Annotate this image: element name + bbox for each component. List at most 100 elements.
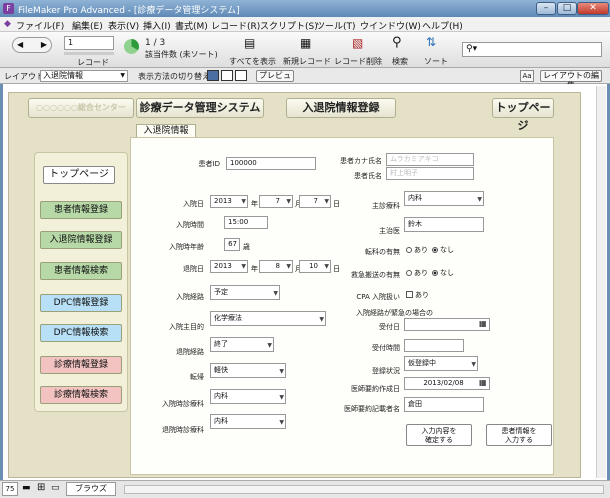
ambulance-yes-radio[interactable]: あり xyxy=(406,268,428,278)
sidebar-patient-register[interactable]: 患者情報登録 xyxy=(40,201,122,219)
transfer-yes-radio[interactable]: あり xyxy=(406,245,428,255)
discharge-day-select[interactable]: 10 ▼ xyxy=(299,260,331,273)
summary-date-field[interactable]: 2013/02/08 xyxy=(404,377,490,390)
zoom-in-icon[interactable]: ⊞ xyxy=(37,482,45,493)
chevron-down-icon: ▼ xyxy=(279,394,284,401)
checkbox-icon xyxy=(406,291,413,298)
sidebar-clinical-register[interactable]: 診療情報登録 xyxy=(40,356,122,374)
cpa-checkbox[interactable]: あり xyxy=(406,290,429,300)
new-record-icon[interactable]: ▦ xyxy=(300,36,311,50)
outcome-select[interactable]: 軽快 ▼ xyxy=(210,363,286,378)
menu-records[interactable]: レコード(R) xyxy=(211,19,260,32)
layout-bar: レイアウト: 入退院情報 ▼ 表示方法の切り替え: プレビュー Aa レイアウト… xyxy=(0,68,610,90)
reception-time-label: 受付時間 xyxy=(372,344,400,352)
find-icon[interactable]: ⚲ xyxy=(392,35,402,50)
sidebar-top-page-button[interactable]: トップページ xyxy=(43,166,115,184)
maximize-button[interactable]: □ xyxy=(557,2,577,15)
admit-date-label: 入院日 xyxy=(183,200,204,208)
sort-button[interactable]: ソート xyxy=(424,56,448,67)
horizontal-scrollbar[interactable] xyxy=(124,485,604,494)
toggle-toolbar-icon[interactable]: ▭ xyxy=(51,483,60,493)
sidebar-dpc-search[interactable]: DPC情報検索 xyxy=(40,324,122,342)
layout-select[interactable]: 入退院情報 ▼ xyxy=(40,70,128,82)
vertical-scrollbar[interactable] xyxy=(596,86,606,478)
calendar-icon[interactable]: ▦ xyxy=(479,378,487,387)
radio-off-icon xyxy=(406,247,412,253)
doctor-field[interactable]: 鈴木 xyxy=(404,217,484,232)
admit-dept-select[interactable]: 内科 ▼ xyxy=(210,389,286,404)
sort-icon[interactable]: ⇅ xyxy=(426,35,436,49)
delete-record-button[interactable]: レコード削除 xyxy=(334,56,382,67)
name-field[interactable]: 村上明子 xyxy=(386,167,474,180)
sidebar-clinical-search[interactable]: 診療情報検索 xyxy=(40,386,122,404)
menu-help[interactable]: ヘルプ(H) xyxy=(422,19,463,32)
menu-scripts[interactable]: スクリプト(S) xyxy=(260,19,318,32)
ambulance-no-radio[interactable]: なし xyxy=(432,268,454,278)
patient-id-field[interactable]: 100000 xyxy=(226,157,316,170)
close-button[interactable]: ✕ xyxy=(577,2,609,15)
discharge-date-label: 退院日 xyxy=(183,265,204,273)
preview-button[interactable]: プレビュー xyxy=(256,70,294,90)
sidebar-patient-search[interactable]: 患者情報検索 xyxy=(40,262,122,280)
edit-layout-button[interactable]: レイアウトの編集 xyxy=(540,70,602,90)
top-page-header-button[interactable]: トップページ xyxy=(492,98,554,132)
menu-format[interactable]: 書式(M) xyxy=(175,19,208,32)
menu-insert[interactable]: 挿入(I) xyxy=(143,19,171,32)
menu-file[interactable]: ファイル(F) xyxy=(16,19,64,32)
find-button[interactable]: 検索 xyxy=(392,56,408,67)
sidebar-dpc-register[interactable]: DPC情報登録 xyxy=(40,294,122,312)
discharge-route-value: 終了 xyxy=(214,340,228,348)
reception-date-field[interactable] xyxy=(404,318,490,331)
menu-view[interactable]: 表示(V) xyxy=(108,19,139,32)
format-bar-button[interactable]: Aa xyxy=(520,70,534,82)
menu-window[interactable]: ウインドウ(W) xyxy=(360,19,421,32)
record-book-icon[interactable]: ◀ ▶ xyxy=(12,37,52,53)
record-number-input[interactable]: 1 xyxy=(64,36,114,50)
admit-month-value: 7 xyxy=(275,197,280,205)
admit-time-field[interactable]: 15:00 xyxy=(224,216,268,229)
admit-year-select[interactable]: 2013 ▼ xyxy=(210,195,248,208)
minimize-button[interactable]: – xyxy=(536,2,556,15)
mode-indicator[interactable]: ブラウズ xyxy=(66,482,116,496)
chevron-down-icon: ▼ xyxy=(286,263,291,270)
discharge-year-select[interactable]: 2013 ▼ xyxy=(210,260,248,273)
main-dept-select[interactable]: 内科 ▼ xyxy=(404,191,484,206)
menu-tools[interactable]: ツール(T) xyxy=(316,19,356,32)
view-as-label: 表示方法の切り替え: xyxy=(138,72,213,81)
transfer-no-radio[interactable]: なし xyxy=(432,245,454,255)
chevron-down-icon: ▼ xyxy=(241,198,246,205)
record-slider[interactable] xyxy=(64,52,114,55)
zoom-out-icon[interactable]: ▬ xyxy=(22,483,31,493)
tab-admission-info[interactable]: 入退院情報 xyxy=(136,124,196,137)
new-record-button[interactable]: 新規レコード xyxy=(283,56,331,67)
confirm-input-button[interactable]: 入力内容を 確定する xyxy=(406,424,472,446)
discharge-dept-select[interactable]: 内科 ▼ xyxy=(210,414,286,429)
zoom-level[interactable]: 75 xyxy=(2,482,18,496)
purpose-select[interactable]: 化学療法 ▼ xyxy=(210,311,326,326)
search-input[interactable] xyxy=(485,44,597,55)
show-all-button[interactable]: すべてを表示 xyxy=(229,56,276,67)
admit-day-select[interactable]: 7 ▼ xyxy=(299,195,331,208)
reception-time-field[interactable] xyxy=(404,339,464,352)
form-view-icon[interactable] xyxy=(207,70,219,81)
app-menu-icon[interactable]: ◆ xyxy=(4,19,11,29)
reg-status-select[interactable]: 仮登録中 ▼ xyxy=(404,356,478,371)
admit-month-select[interactable]: 7 ▼ xyxy=(259,195,293,208)
enter-patient-info-button[interactable]: 患者情報を 入力する xyxy=(486,424,552,446)
kana-field[interactable]: ムラカミアキコ xyxy=(386,153,474,166)
quick-find-box[interactable]: ⚲▾ xyxy=(462,42,602,57)
list-view-icon[interactable] xyxy=(221,70,233,81)
delete-record-icon[interactable]: ▧ xyxy=(352,36,363,50)
discharge-route-select[interactable]: 終了 ▼ xyxy=(210,337,274,352)
admit-age-label: 入院時年齢 xyxy=(169,243,204,251)
discharge-month-select[interactable]: 8 ▼ xyxy=(259,260,293,273)
sidebar-admission-register[interactable]: 入退院情報登録 xyxy=(40,231,122,249)
calendar-icon[interactable]: ▦ xyxy=(479,319,487,328)
patient-id-label: 患者ID xyxy=(198,160,220,168)
summary-author-field[interactable]: 倉田 xyxy=(404,397,484,412)
show-all-icon[interactable]: ▤ xyxy=(244,36,255,50)
route-select[interactable]: 予定 ▼ xyxy=(210,285,280,300)
admit-age-field[interactable]: 67 xyxy=(224,238,240,251)
menu-edit[interactable]: 編集(E) xyxy=(72,19,103,32)
table-view-icon[interactable] xyxy=(235,70,247,81)
